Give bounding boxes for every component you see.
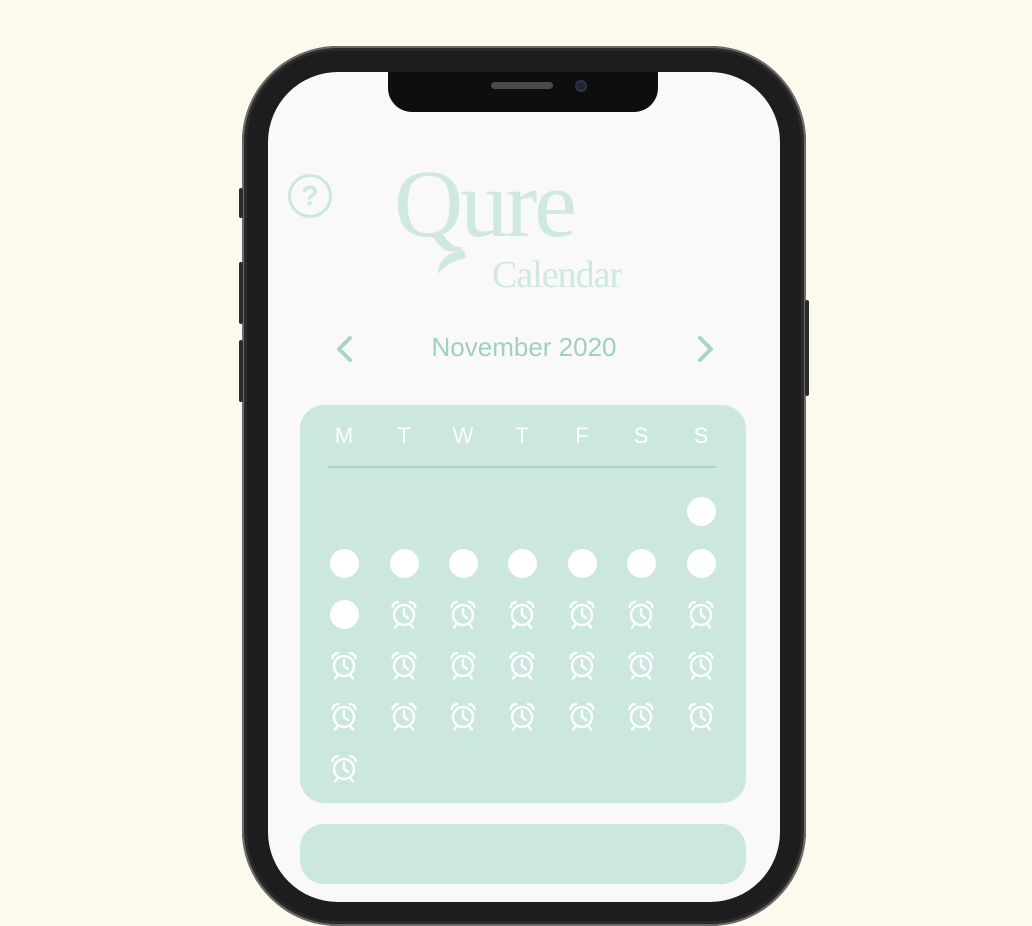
weekday-label: T	[397, 423, 411, 448]
alarm-clock-icon	[507, 650, 537, 680]
filled-circle-icon	[448, 548, 478, 578]
calendar-day-cell[interactable]	[502, 645, 542, 685]
alarm-clock-icon	[626, 650, 656, 680]
weekday-label: M	[334, 423, 354, 448]
volume-up-button	[239, 262, 243, 324]
weekday-label: S	[633, 423, 649, 448]
weekday-label: F	[575, 423, 589, 448]
calendar-day-cell[interactable]	[502, 696, 542, 736]
alarm-clock-icon	[329, 650, 359, 680]
calendar-day-cell[interactable]	[502, 594, 542, 634]
calendar-card: MTWTFSS	[300, 405, 746, 803]
alarm-clock-icon	[626, 599, 656, 629]
calendar-day-cell[interactable]	[681, 543, 721, 583]
question-circle-icon: ?	[301, 180, 319, 211]
alarm-clock-icon	[389, 650, 419, 680]
filled-circle-icon	[686, 496, 716, 526]
front-camera	[575, 80, 587, 92]
alarm-clock-icon	[448, 599, 478, 629]
alarm-clock-icon	[389, 599, 419, 629]
phone-screen: ? Qure Calendar November 2020 M T W T F S S	[268, 72, 780, 902]
alarm-clock-icon	[686, 599, 716, 629]
calendar-day-cell[interactable]	[443, 594, 483, 634]
alarm-clock-icon	[389, 701, 419, 731]
alarm-clock-icon	[686, 701, 716, 731]
calendar-day-cell[interactable]	[502, 543, 542, 583]
calendar-day-cell[interactable]	[384, 645, 424, 685]
calendar-day-cell[interactable]	[621, 543, 661, 583]
calendar-day-cell[interactable]	[621, 696, 661, 736]
filled-circle-icon	[389, 548, 419, 578]
filled-circle-icon	[686, 548, 716, 578]
help-button[interactable]: ?	[288, 174, 332, 218]
power-button	[805, 300, 809, 396]
alarm-clock-icon	[507, 599, 537, 629]
calendar-day-cell[interactable]	[384, 594, 424, 634]
calendar-day-cell[interactable]	[324, 748, 364, 788]
calendar-day-cell[interactable]	[324, 645, 364, 685]
calendar-day-cell[interactable]	[621, 645, 661, 685]
weekday-label: S	[693, 423, 709, 448]
calendar-day-cell[interactable]	[562, 543, 602, 583]
calendar-day-cell[interactable]	[562, 645, 602, 685]
alarm-clock-icon	[567, 650, 597, 680]
chevron-right-icon[interactable]	[692, 334, 718, 364]
alarm-clock-icon	[329, 701, 359, 731]
alarm-clock-icon	[448, 650, 478, 680]
app-logo-subtitle: Calendar	[492, 254, 622, 296]
filled-circle-icon	[329, 548, 359, 578]
volume-down-button	[239, 340, 243, 402]
logo-swash-icon	[438, 250, 466, 274]
mute-switch	[239, 188, 243, 218]
calendar-day-cell[interactable]	[681, 645, 721, 685]
chevron-left-icon[interactable]	[332, 334, 358, 364]
speaker-grille	[491, 82, 553, 89]
secondary-card	[300, 824, 746, 884]
alarm-clock-icon	[686, 650, 716, 680]
weekday-divider	[328, 466, 716, 468]
calendar-day-cell[interactable]	[681, 594, 721, 634]
filled-circle-icon	[507, 548, 537, 578]
calendar-day-cell[interactable]	[562, 696, 602, 736]
alarm-clock-icon	[626, 701, 656, 731]
calendar-day-cell[interactable]	[324, 543, 364, 583]
alarm-clock-icon	[567, 599, 597, 629]
notch	[388, 72, 658, 112]
alarm-clock-icon	[567, 701, 597, 731]
calendar-day-cell[interactable]	[443, 696, 483, 736]
alarm-clock-icon	[448, 701, 478, 731]
app-logo-title: Qure	[394, 150, 577, 257]
calendar-day-cell[interactable]	[384, 696, 424, 736]
calendar-day-cell[interactable]	[384, 543, 424, 583]
filled-circle-icon	[329, 599, 359, 629]
weekday-label: T	[515, 423, 529, 448]
calendar-day-cell[interactable]	[621, 594, 661, 634]
alarm-clock-icon	[329, 753, 359, 783]
filled-circle-icon	[626, 548, 656, 578]
weekday-header: MTWTFSS	[300, 423, 746, 453]
calendar-day-cell[interactable]	[562, 594, 602, 634]
calendar-day-cell[interactable]	[443, 543, 483, 583]
calendar-day-cell[interactable]	[681, 696, 721, 736]
calendar-day-cell[interactable]	[681, 491, 721, 531]
alarm-clock-icon	[507, 701, 537, 731]
weekday-label: W	[452, 423, 474, 448]
month-label: November 2020	[431, 332, 617, 362]
calendar-day-cell[interactable]	[324, 594, 364, 634]
filled-circle-icon	[567, 548, 597, 578]
calendar-day-cell[interactable]	[443, 645, 483, 685]
calendar-day-cell[interactable]	[324, 696, 364, 736]
